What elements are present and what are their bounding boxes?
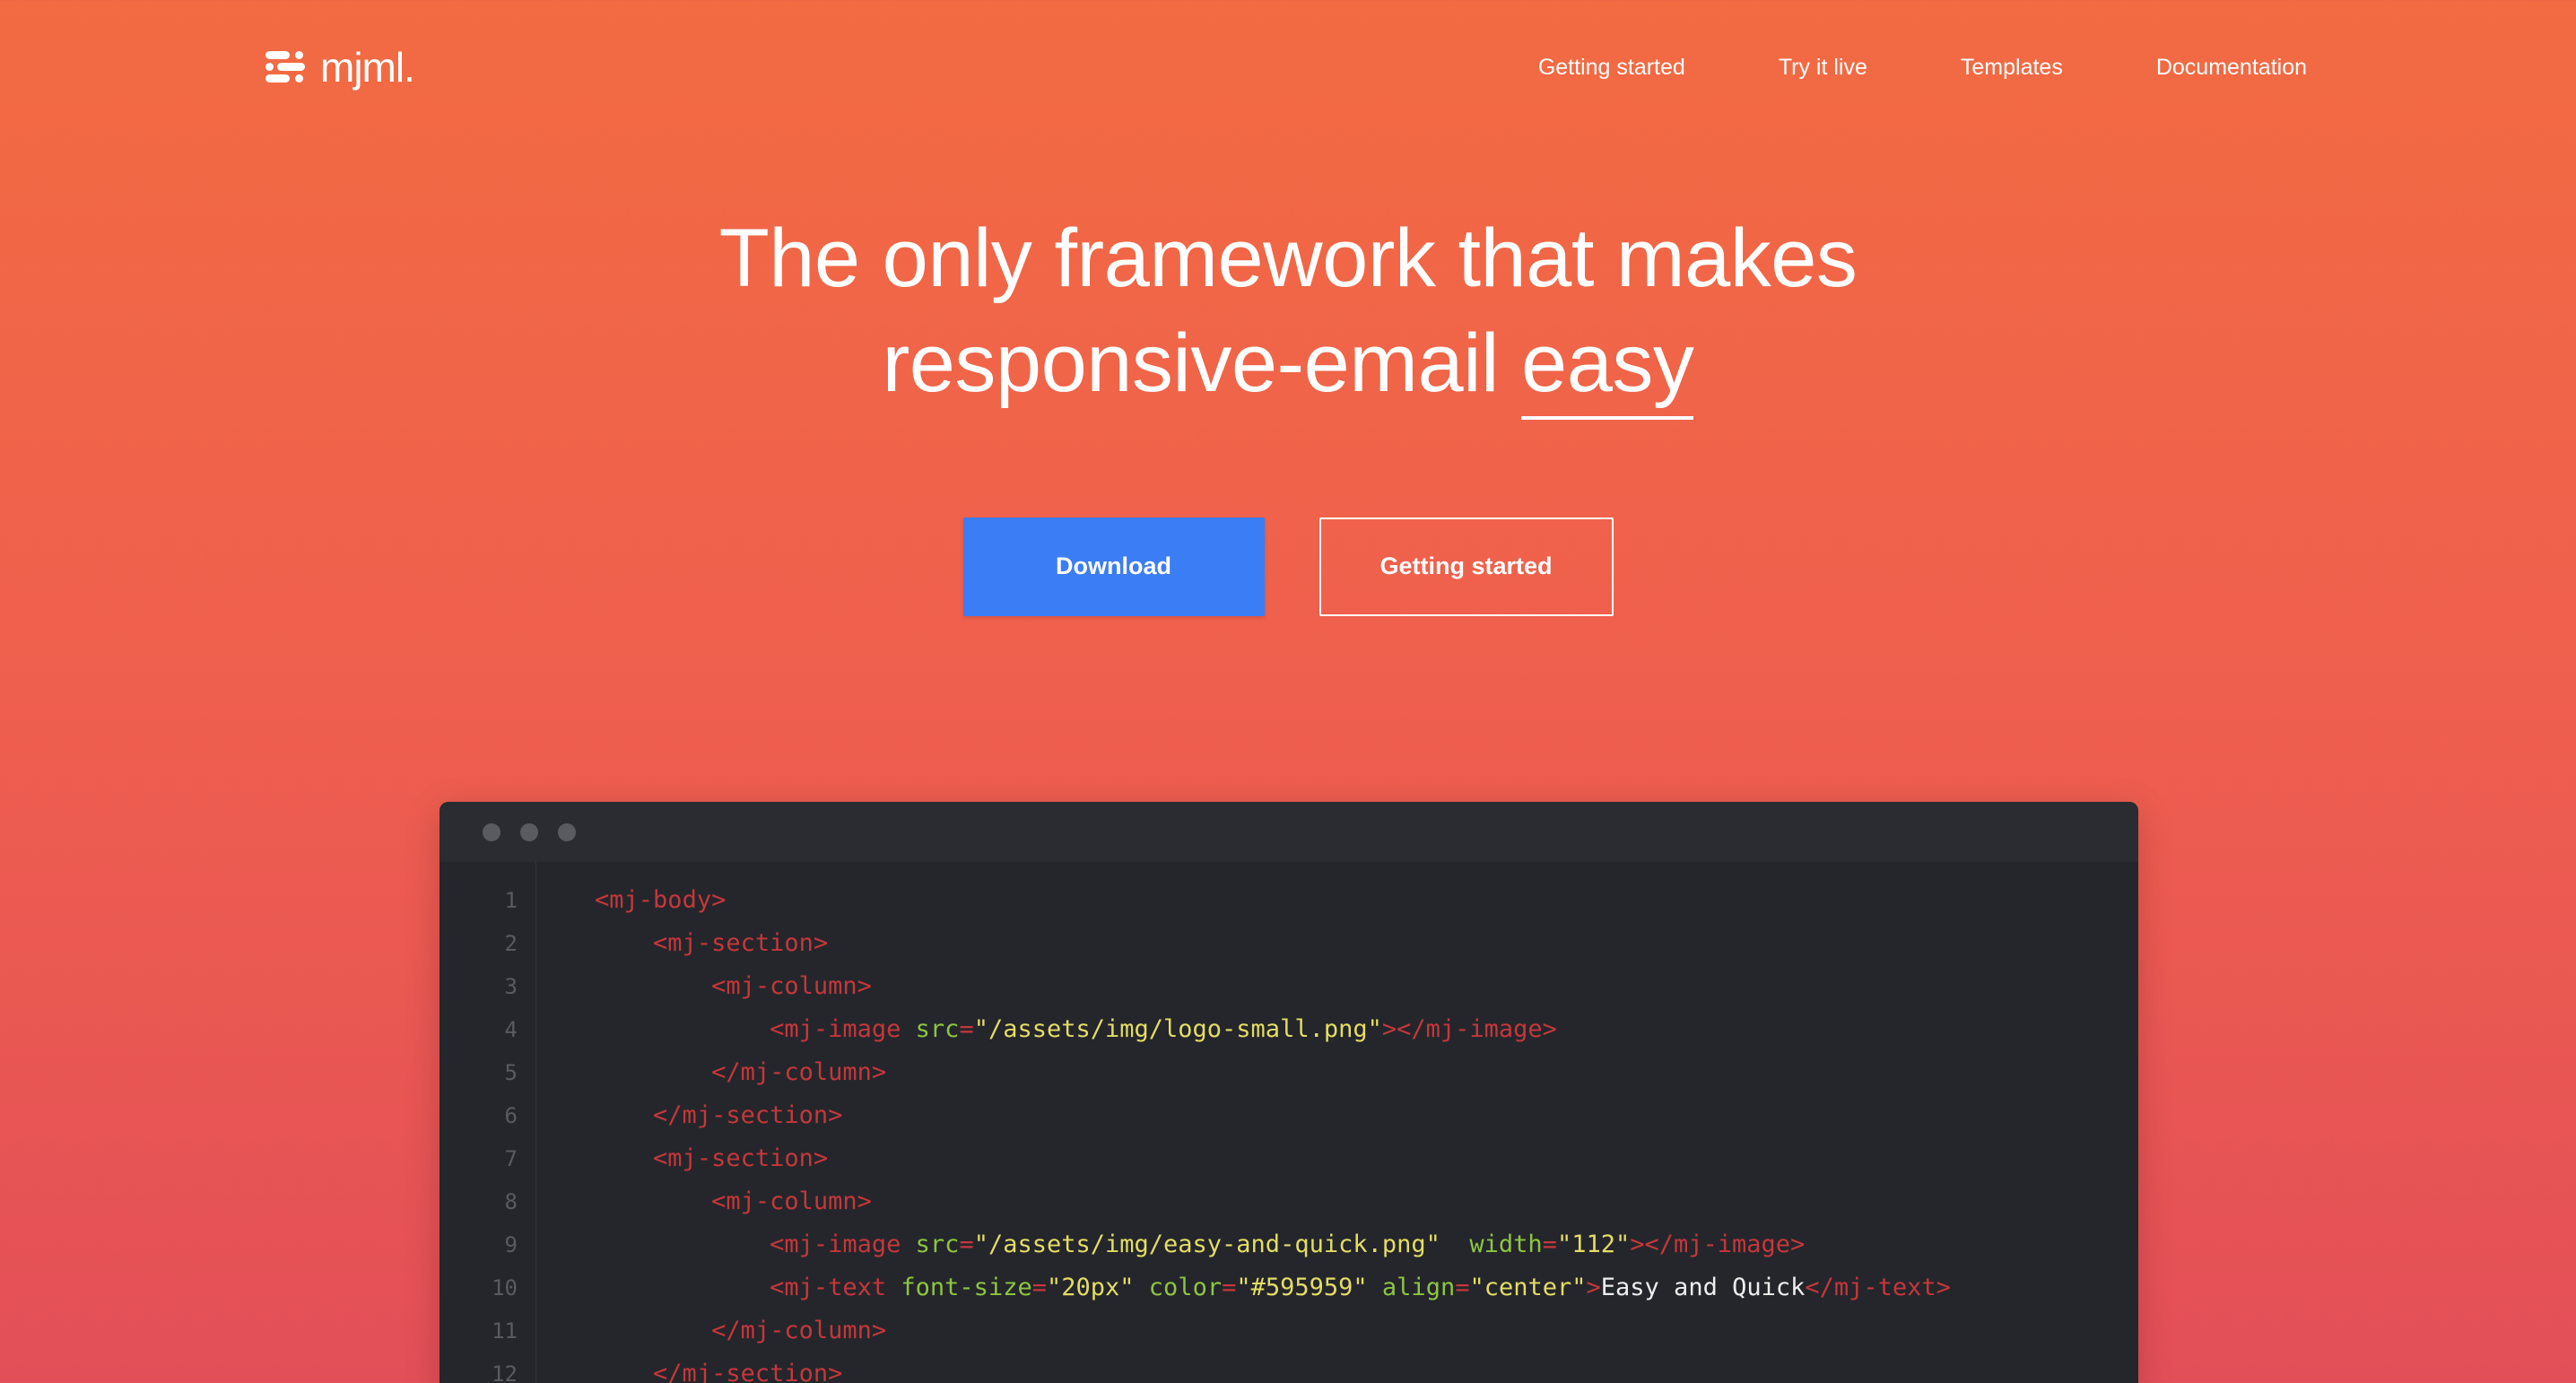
code-token-tag: <mj-column> — [711, 1187, 872, 1215]
code-token-punc: = — [959, 1231, 974, 1258]
window-maximize-icon[interactable] — [558, 822, 576, 841]
code-line: <mj-section> — [536, 1137, 2138, 1180]
code-line: <mj-section> — [536, 922, 2138, 965]
code-token-val: "/assets/img/easy-and-quick.png" — [973, 1231, 1440, 1258]
nav-item-try-it-live[interactable]: Try it live — [1732, 56, 1914, 79]
code-token-tag: <mj-body> — [595, 886, 727, 914]
hero-section: The only framework that makes responsive… — [0, 206, 2576, 616]
code-editor: 1 2 3 4 5 6 7 8 9 10 11 12 <mj-body> <mj-section> <… — [439, 862, 2138, 1383]
line-number: 6 — [504, 1103, 518, 1128]
code-line: <mj-column> — [536, 1180, 2138, 1223]
code-line: <mj-image src="/assets/img/logo-small.pn… — [536, 1008, 2138, 1051]
code-token-tag: <mj-text — [770, 1274, 901, 1301]
code-token-attr: color — [1148, 1274, 1223, 1301]
hero-title-line-1: The only framework that makes — [718, 213, 1858, 304]
page-title: The only framework that makes responsive… — [0, 206, 2576, 420]
line-number: 3 — [504, 974, 518, 999]
line-number-gutter: 1 2 3 4 5 6 7 8 9 10 11 12 — [439, 862, 536, 1383]
line-number: 2 — [504, 931, 518, 956]
code-token-punc: > — [1630, 1231, 1645, 1258]
code-token-attr: align — [1381, 1274, 1456, 1301]
code-token-attr: font-size — [901, 1274, 1032, 1301]
code-token-tag: </mj-section> — [653, 1101, 843, 1129]
main-navigation: Getting started Try it live Templates Do… — [1492, 56, 2307, 79]
code-token-attr: src — [915, 1231, 960, 1258]
line-number: 12 — [492, 1361, 518, 1383]
line-number: 7 — [504, 1146, 518, 1171]
code-token-tag: <mj-section> — [653, 929, 829, 957]
code-line: </mj-column> — [536, 1051, 2138, 1094]
site-header: mjml. Getting started Try it live Templa… — [0, 0, 2576, 135]
line-number: 10 — [492, 1275, 518, 1300]
code-token-punc: > — [1586, 1274, 1601, 1301]
code-token-tag: <mj-image — [770, 1015, 916, 1043]
code-token-val: "#595959" — [1236, 1274, 1368, 1301]
code-window-titlebar — [439, 802, 2138, 862]
code-token-val: "112" — [1556, 1231, 1631, 1258]
code-token-punc: = — [1455, 1274, 1470, 1301]
code-token-punc: > — [1381, 1015, 1397, 1043]
line-number: 1 — [504, 888, 518, 913]
mjml-logo-mark-icon — [265, 51, 305, 83]
hero-title-line-2-prefix: responsive-email — [882, 317, 1522, 409]
code-token-tag: <mj-section> — [653, 1144, 829, 1172]
code-token-attr: width — [1469, 1231, 1543, 1258]
code-line: </mj-column> — [536, 1309, 2138, 1353]
code-token-punc: = — [1542, 1231, 1557, 1258]
nav-item-templates[interactable]: Templates — [1914, 56, 2110, 79]
download-button[interactable]: Download — [962, 517, 1265, 616]
code-token-txt: Easy and Quick — [1600, 1274, 1806, 1301]
code-token-val: "center" — [1469, 1274, 1587, 1301]
code-token-tag: <mj-image — [770, 1231, 916, 1258]
code-token-tag: </mj-section> — [653, 1360, 843, 1383]
code-line: <mj-text font-size="20px" color="#595959… — [536, 1266, 2138, 1309]
code-token-tag: </mj-column> — [711, 1058, 887, 1086]
nav-item-documentation[interactable]: Documentation — [2110, 56, 2307, 79]
window-minimize-icon[interactable] — [520, 822, 538, 841]
code-preview-window: 1 2 3 4 5 6 7 8 9 10 11 12 <mj-body> <mj-section> <… — [439, 802, 2138, 1383]
code-line: </mj-section> — [536, 1353, 2138, 1383]
code-token-tag: <mj-column> — [711, 972, 872, 1000]
line-number: 8 — [504, 1189, 518, 1214]
code-line: </mj-section> — [536, 1094, 2138, 1137]
brand-logo[interactable]: mjml. — [265, 44, 415, 91]
line-number: 11 — [492, 1318, 518, 1344]
code-token-attr: src — [915, 1015, 960, 1043]
code-line: <mj-image src="/assets/img/easy-and-quic… — [536, 1223, 2138, 1266]
code-token-tag: </mj-image> — [1397, 1015, 1557, 1043]
hero-actions: Download Getting started — [0, 517, 2576, 616]
code-token-val: "20px" — [1046, 1274, 1135, 1301]
getting-started-button[interactable]: Getting started — [1318, 517, 1614, 616]
code-token-punc: = — [959, 1015, 974, 1043]
window-close-icon[interactable] — [483, 822, 500, 841]
code-line: <mj-body> — [536, 879, 2138, 922]
code-token-tag: </mj-image> — [1644, 1231, 1806, 1258]
nav-item-getting-started[interactable]: Getting started — [1492, 56, 1732, 79]
code-line: <mj-column> — [536, 965, 2138, 1008]
code-token-tag: </mj-text> — [1805, 1274, 1951, 1301]
code-token-punc: = — [1222, 1274, 1237, 1301]
hero-title-accent: easy — [1521, 317, 1694, 420]
code-token-val: "/assets/img/logo-small.png" — [973, 1015, 1382, 1043]
brand-wordmark: mjml. — [320, 44, 415, 91]
code-token-punc: = — [1031, 1274, 1047, 1301]
code-content[interactable]: <mj-body> <mj-section> <mj-column> <mj-i… — [536, 862, 2138, 1383]
line-number: 4 — [504, 1017, 518, 1042]
line-number: 9 — [504, 1232, 518, 1257]
code-token-tag: </mj-column> — [711, 1317, 887, 1344]
line-number: 5 — [504, 1060, 518, 1085]
